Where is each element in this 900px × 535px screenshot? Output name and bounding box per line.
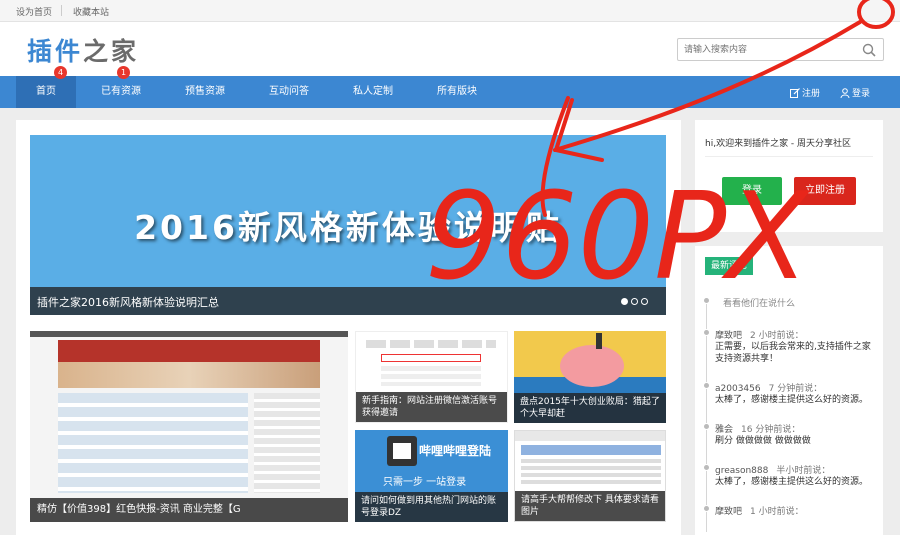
annotation-overlay: 960PX bbox=[425, 0, 895, 307]
annotation-text: 960PX bbox=[425, 168, 811, 307]
annotation-circle bbox=[857, 0, 895, 29]
annotation-arrow bbox=[553, 20, 862, 152]
